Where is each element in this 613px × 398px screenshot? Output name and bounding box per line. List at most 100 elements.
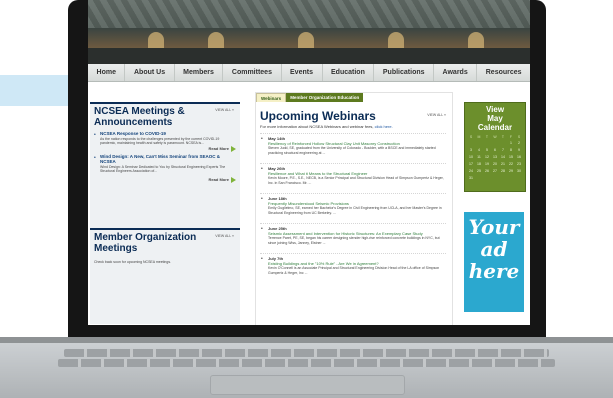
nav-education[interactable]: Education [323, 64, 375, 81]
webinar-item: • June 25th Seismic Assessment and Inter… [260, 223, 446, 248]
webinar-item: • July 7th Existing Buildings and the "1… [260, 253, 446, 278]
calendar-date[interactable]: 11 [475, 154, 483, 161]
keyboard-row [64, 349, 549, 357]
bullet-icon: • [94, 154, 96, 161]
calendar-date[interactable]: 7 [499, 147, 507, 154]
calendar-date[interactable]: 15 [507, 154, 515, 161]
member-organization-box: VIEW ALL » Member Organization Meetings … [90, 228, 240, 266]
arrow-right-icon [231, 145, 236, 152]
webinars-title: Upcoming Webinars [260, 109, 376, 123]
main-nav: Home About Us Members Committees Events … [88, 64, 530, 82]
calendar-date[interactable]: 1 [507, 140, 515, 147]
meetings-box-title: NCSEA Meetings & Announcements [94, 106, 185, 128]
calendar-date[interactable]: 28 [499, 168, 507, 175]
webinar-item: • May 26th Resilience and What it Means … [260, 163, 446, 188]
click-here-link[interactable]: click here. [375, 124, 393, 129]
calendar-date[interactable]: 6 [491, 147, 499, 154]
ad-placeholder[interactable]: Your ad here [464, 212, 524, 312]
calendar-date[interactable]: 5 [483, 147, 491, 154]
webinar-description: Emily Guglielmo, SE, earned her Bachelor… [268, 206, 442, 215]
calendar-date[interactable]: 31 [467, 175, 475, 182]
calendar-date [491, 140, 499, 147]
bullet-icon: • [261, 226, 263, 232]
calendar-date [475, 175, 483, 182]
read-more-label: Read More [208, 176, 229, 182]
read-more-link[interactable]: Read More [90, 145, 240, 152]
calendar-date [483, 175, 491, 182]
bullet-icon: • [261, 256, 263, 262]
website-screen: Home About Us Members Committees Events … [88, 0, 530, 325]
nav-publications[interactable]: Publications [374, 64, 435, 81]
tab-bar: Webinars Member Organization Education [256, 93, 364, 102]
nav-committees[interactable]: Committees [223, 64, 282, 81]
calendar-date[interactable]: 30 [515, 168, 523, 175]
news-item: • Wind Design: A New, Can't Miss Seminar… [90, 154, 240, 174]
member-view-all-link[interactable]: VIEW ALL » [215, 234, 234, 238]
news-item-body: As the nation responds to the challenges… [100, 136, 220, 146]
calendar-date[interactable]: 23 [515, 161, 523, 168]
calendar-date[interactable]: 17 [467, 161, 475, 168]
calendar-date [475, 140, 483, 147]
webinars-panel: Webinars Member Organization Education U… [255, 92, 453, 325]
nav-members[interactable]: Members [175, 64, 224, 81]
webinar-item: • June 18th Frequently Misunderstood Sei… [260, 193, 446, 218]
calendar-date[interactable]: 29 [507, 168, 515, 175]
calendar-label: View May Calendar [465, 103, 525, 132]
calendar-date[interactable]: 12 [483, 154, 491, 161]
member-box-note: Check back soon for upcoming NCSEA meeti… [94, 260, 172, 264]
calendar-date [491, 175, 499, 182]
header-banner-image [88, 0, 530, 64]
nav-resources[interactable]: Resources [477, 64, 530, 81]
laptop-hinge [0, 337, 613, 343]
trackpad [210, 375, 405, 395]
calendar-date [483, 140, 491, 147]
read-more-link[interactable]: Read More [90, 176, 240, 183]
webinars-view-all-link[interactable]: VIEW ALL » [427, 113, 446, 117]
nav-awards[interactable]: Awards [434, 64, 478, 81]
meetings-announcements-box: VIEW ALL » NCSEA Meetings & Announcement… [90, 102, 240, 183]
calendar-date[interactable]: 25 [475, 168, 483, 175]
webinars-subtitle: For more information about NCSEA Webinar… [260, 124, 393, 129]
calendar-date[interactable]: 13 [491, 154, 499, 161]
calendar-date[interactable]: 21 [499, 161, 507, 168]
calendar-date[interactable]: 24 [467, 168, 475, 175]
nav-events[interactable]: Events [282, 64, 323, 81]
left-column: VIEW ALL » NCSEA Meetings & Announcement… [90, 102, 240, 324]
calendar-date[interactable]: 27 [491, 168, 499, 175]
bullet-icon: • [261, 196, 263, 202]
calendar-date [507, 175, 515, 182]
view-calendar-button[interactable]: View May Calendar SMTWTFS 1 2 3 4 5 6 7 8 9 10 11 1… [464, 102, 526, 192]
webinar-description: Kevin Moore, P.E., S.E., NECB, is a Seni… [268, 176, 444, 185]
calendar-date[interactable]: 22 [507, 161, 515, 168]
nav-home[interactable]: Home [88, 64, 126, 81]
calendar-date[interactable]: 16 [515, 154, 523, 161]
calendar-date[interactable]: 19 [483, 161, 491, 168]
calendar-date[interactable]: 18 [475, 161, 483, 168]
ad-text-line: Your [468, 215, 520, 239]
calendar-date[interactable]: 4 [475, 147, 483, 154]
webinar-list: • May 14th Resiliency of Reinforced Holl… [260, 133, 446, 283]
nav-about-us[interactable]: About Us [125, 64, 175, 81]
webinar-description: Kevin O'Connell is an Associate Principa… [268, 266, 440, 275]
calendar-date[interactable]: 26 [483, 168, 491, 175]
webinars-subtitle-text: For more information about NCSEA Webinar… [260, 124, 374, 129]
webinar-description: Steven Judd, SE, graduated from the Univ… [268, 146, 436, 155]
tab-webinars[interactable]: Webinars [256, 93, 287, 102]
laptop-frame: Home About Us Members Committees Events … [0, 0, 613, 398]
news-item-title[interactable]: Wind Design: A New, Can't Miss Seminar f… [100, 154, 236, 165]
calendar-date[interactable]: 10 [467, 154, 475, 161]
ad-text-line: ad [480, 237, 508, 261]
tab-member-organization-education[interactable]: Member Organization Education [286, 93, 364, 102]
calendar-date[interactable]: 2 [515, 140, 523, 147]
calendar-date [515, 175, 523, 182]
calendar-date[interactable]: 8 [507, 147, 515, 154]
meetings-view-all-link[interactable]: VIEW ALL » [215, 108, 234, 112]
calendar-date[interactable]: 14 [499, 154, 507, 161]
read-more-label: Read More [208, 145, 229, 151]
calendar-date[interactable]: 3 [467, 147, 475, 154]
calendar-label-line: May [487, 114, 503, 123]
calendar-date[interactable]: 9 [515, 147, 523, 154]
calendar-date[interactable]: 20 [491, 161, 499, 168]
member-box-title: Member Organization Meetings [94, 232, 197, 254]
bullet-icon: • [261, 136, 263, 142]
